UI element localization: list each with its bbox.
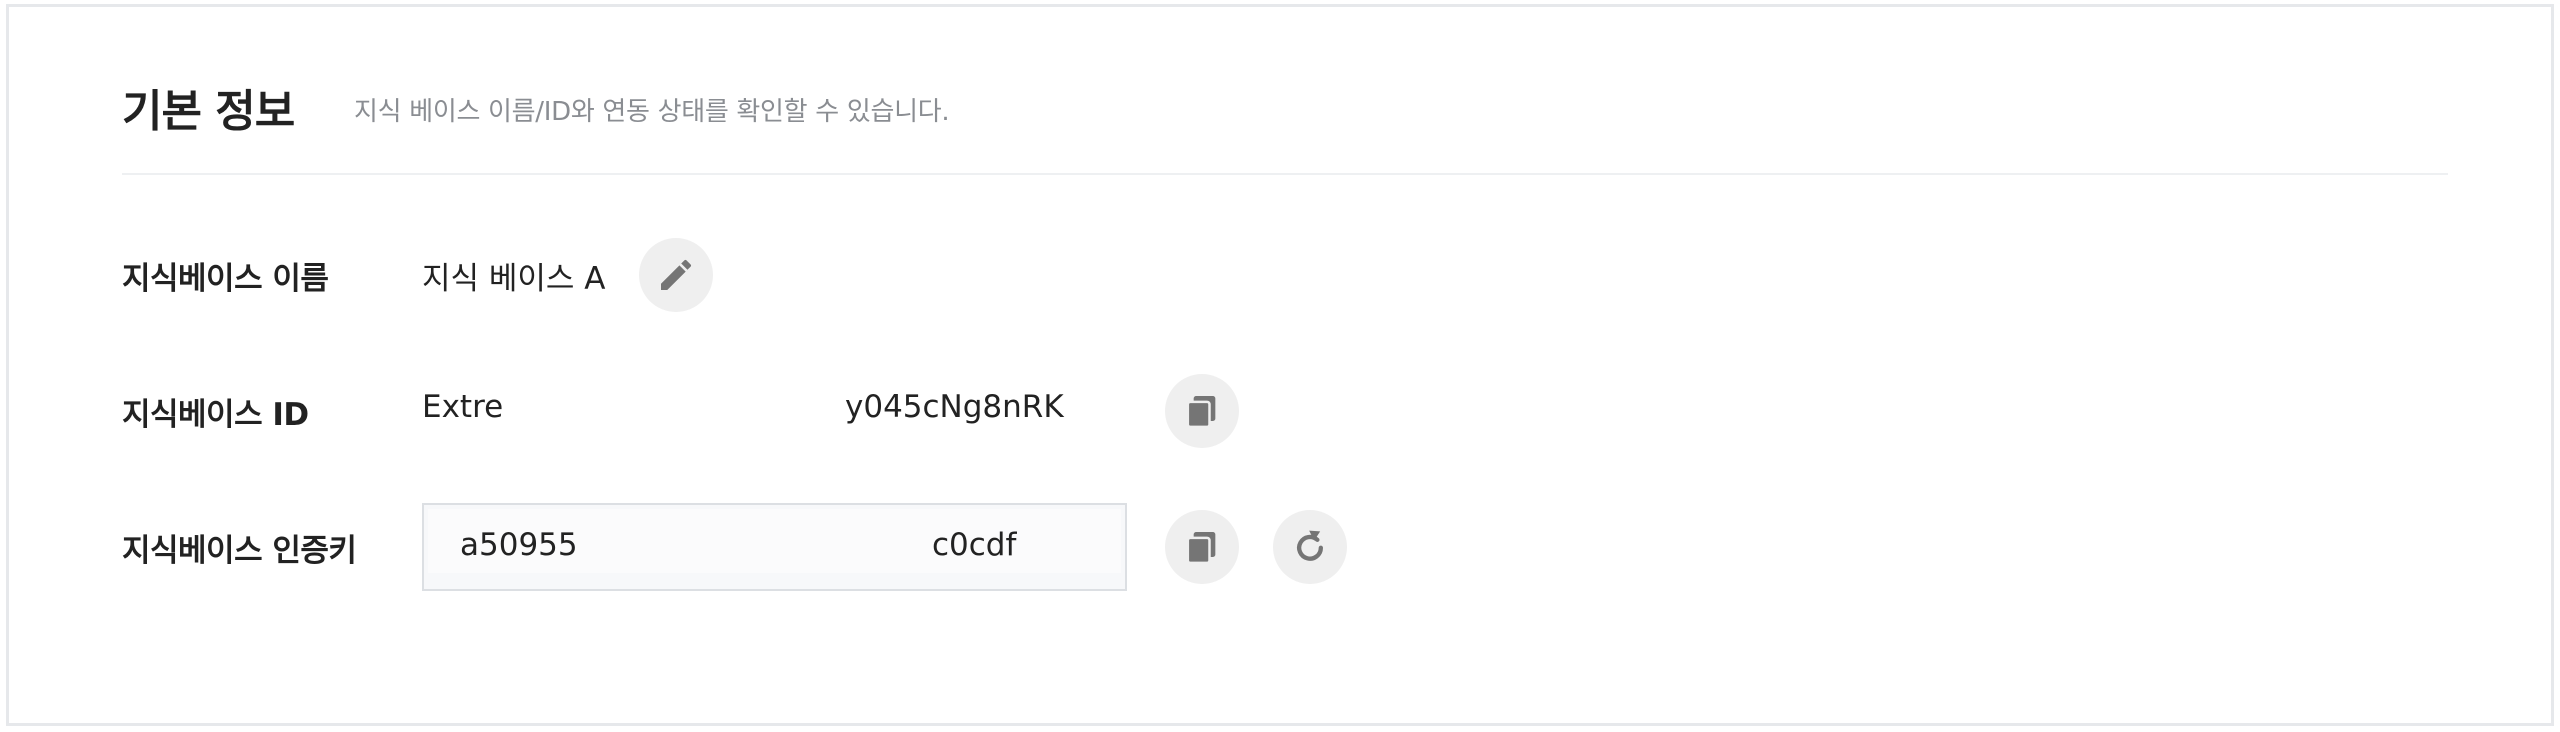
knowledge-base-auth-key-row: 지식베이스 인증키 a50955 c0cdf (122, 503, 1372, 595)
section-header: 기본 정보 지식 베이스 이름/ID와 연동 상태를 확인할 수 있습니다. (122, 71, 2448, 175)
copy-icon (1186, 396, 1216, 429)
section-title: 기본 정보 (122, 86, 295, 137)
knowledge-base-name-value: 지식 베이스 A (422, 261, 606, 297)
auth-key-value-prefix: a50955 (460, 527, 578, 563)
pencil-icon (661, 259, 692, 290)
copy-auth-key-button[interactable] (1165, 510, 1239, 584)
knowledge-base-auth-key-label: 지식베이스 인증키 (122, 533, 357, 569)
section-subtitle: 지식 베이스 이름/ID와 연동 상태를 확인할 수 있습니다. (354, 97, 950, 127)
knowledge-base-name-label: 지식베이스 이름 (122, 261, 329, 297)
knowledge-base-id-row: 지식베이스 ID Extre y045cNg8nRK (122, 371, 1252, 451)
auth-key-value-suffix: c0cdf (932, 527, 1017, 563)
knowledge-base-id-value-prefix: Extre (422, 389, 504, 425)
knowledge-base-id-value-suffix: y045cNg8nRK (845, 389, 1064, 425)
copy-id-button[interactable] (1165, 374, 1239, 448)
auth-key-field[interactable]: a50955 c0cdf (422, 503, 1127, 591)
basic-info-panel: 기본 정보 지식 베이스 이름/ID와 연동 상태를 확인할 수 있습니다. 지… (6, 4, 2554, 726)
refresh-icon (1297, 530, 1323, 561)
edit-name-button[interactable] (639, 238, 713, 312)
copy-icon (1186, 532, 1216, 565)
knowledge-base-name-row: 지식베이스 이름 지식 베이스 A (122, 235, 822, 315)
knowledge-base-id-label: 지식베이스 ID (122, 397, 309, 433)
refresh-auth-key-button[interactable] (1273, 510, 1347, 584)
